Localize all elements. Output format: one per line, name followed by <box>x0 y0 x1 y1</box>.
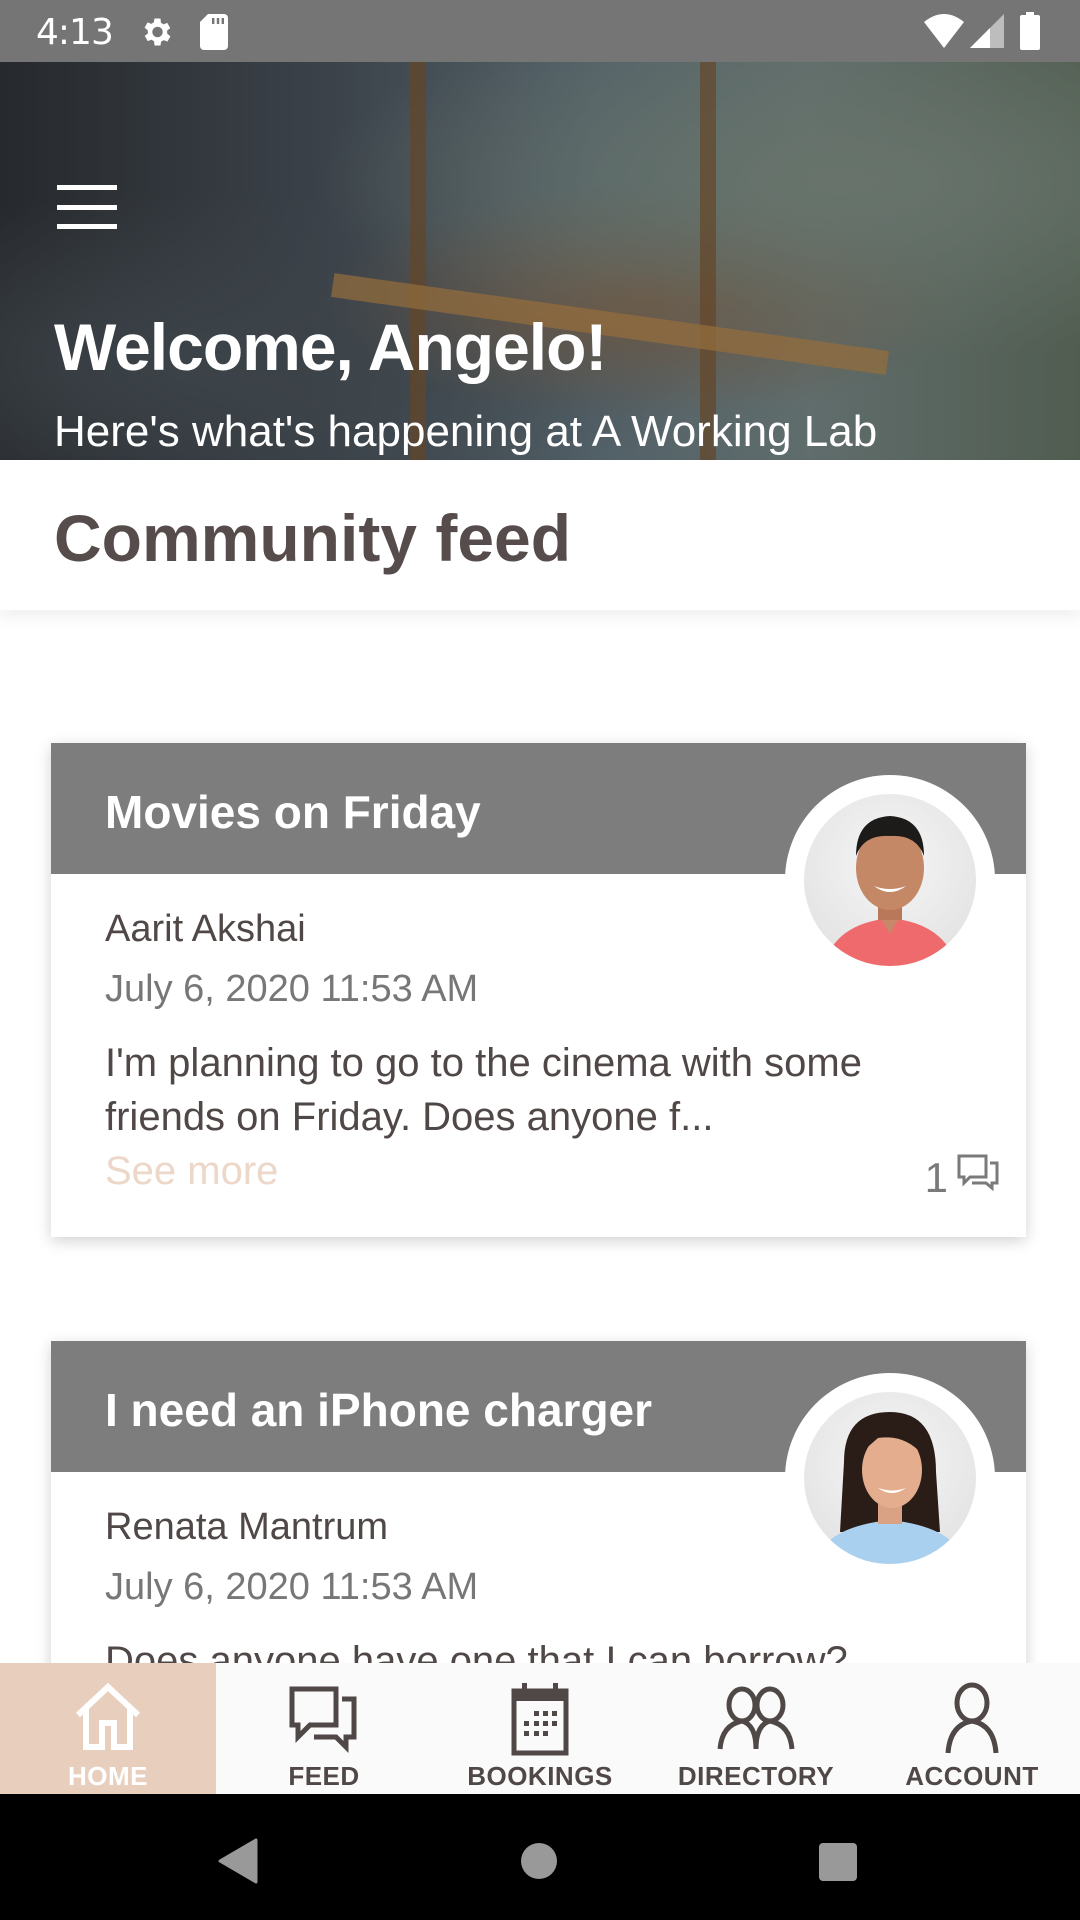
community-feed-list[interactable]: Movies on Friday Aarit Akshai July 6, 20… <box>0 610 1080 1663</box>
people-icon <box>717 1686 795 1750</box>
nav-label: ACCOUNT <box>905 1761 1039 1791</box>
nav-tab-home[interactable]: HOME <box>0 1663 216 1794</box>
sd-card-icon <box>200 14 228 55</box>
back-button[interactable] <box>218 1838 258 1889</box>
page-title: Community feed <box>54 501 572 575</box>
nav-tab-feed[interactable]: FEED <box>216 1663 432 1794</box>
nav-tab-directory[interactable]: DIRECTORY <box>648 1663 864 1794</box>
battery-icon <box>1020 12 1040 55</box>
avatar[interactable] <box>785 1373 995 1583</box>
nav-tab-bookings[interactable]: BOOKINGS <box>432 1663 648 1794</box>
post-title: Movies on Friday <box>105 786 481 838</box>
status-time: 4:13 <box>36 12 114 53</box>
nav-label: DIRECTORY <box>677 1761 835 1791</box>
section-header: Community feed <box>0 460 1080 610</box>
person-icon <box>945 1682 999 1754</box>
avatar-photo <box>804 1392 976 1564</box>
recents-button[interactable] <box>818 1842 858 1887</box>
avatar[interactable] <box>785 775 995 985</box>
welcome-subtitle: Here's what's happening at A Working Lab <box>54 407 878 456</box>
comments-icon <box>956 1153 1000 1203</box>
bottom-navigation: HOME FEED BOOKINGS DIRECTORY ACCOUNT <box>0 1663 1080 1794</box>
cell-signal-icon <box>970 14 1004 53</box>
hero-photo-detail <box>410 62 426 460</box>
status-bar: 4:13 <box>0 0 1080 62</box>
nav-label: HOME <box>68 1761 148 1791</box>
avatar-photo <box>804 794 976 966</box>
nav-label: FEED <box>288 1761 360 1791</box>
settings-gear-icon <box>138 14 174 55</box>
feed-post-card[interactable]: I need an iPhone charger Renata Mantrum … <box>51 1341 1026 1663</box>
hero-photo-detail <box>700 62 716 460</box>
home-icon <box>75 1682 141 1750</box>
hamburger-menu-icon[interactable] <box>52 179 122 235</box>
post-title: I need an iPhone charger <box>105 1384 653 1436</box>
nav-label: BOOKINGS <box>467 1761 613 1791</box>
see-more-link[interactable]: See more <box>105 1144 278 1198</box>
home-system-button[interactable] <box>520 1842 558 1885</box>
welcome-title: Welcome, Angelo! <box>54 310 607 384</box>
post-excerpt: Does anyone have one that I can borrow? <box>105 1639 848 1663</box>
hero-banner: Welcome, Angelo! Here's what's happening… <box>0 62 1080 460</box>
calendar-icon <box>511 1683 569 1756</box>
comment-count[interactable]: 1 <box>925 1153 1000 1203</box>
feed-post-card[interactable]: Movies on Friday Aarit Akshai July 6, 20… <box>51 743 1026 1237</box>
nav-tab-account[interactable]: ACCOUNT <box>864 1663 1080 1794</box>
chat-bubbles-icon <box>289 1686 357 1754</box>
system-navigation-bar <box>0 1794 1080 1920</box>
post-excerpt: I'm planning to go to the cinema with so… <box>105 1041 862 1139</box>
comment-count-value: 1 <box>924 1154 948 1201</box>
wifi-icon <box>924 14 964 53</box>
